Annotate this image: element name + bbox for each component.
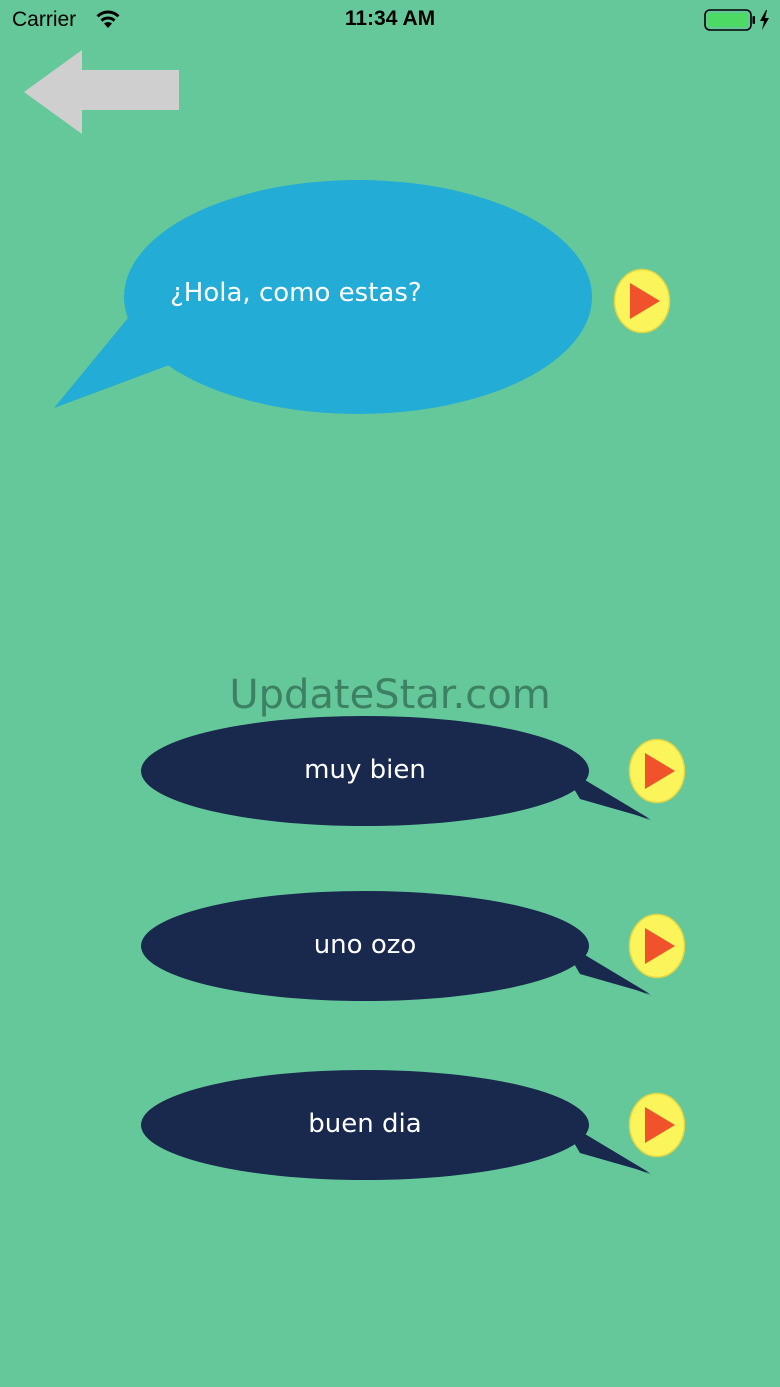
answer-play-button-2[interactable]	[628, 913, 686, 979]
left-arrow-icon	[24, 50, 179, 134]
watermark: UpdateStar.com	[229, 672, 551, 718]
back-arrow-button[interactable]	[22, 48, 182, 138]
answer-bubble-1[interactable]: muy bien	[140, 715, 660, 830]
screen: Carrier 11:34 AM ¿Hola, como estas? Upda…	[0, 0, 780, 1387]
battery-charging-icon	[704, 9, 769, 31]
status-bar: Carrier 11:34 AM	[0, 0, 780, 40]
answer-bubble-3[interactable]: buen dia	[140, 1069, 660, 1184]
question-play-button[interactable]	[613, 268, 671, 334]
question-text: ¿Hola, como estas?	[170, 278, 422, 308]
answer-text: muy bien	[304, 755, 426, 785]
question-bubble: ¿Hola, como estas?	[50, 178, 600, 418]
answer-play-button-3[interactable]	[628, 1092, 686, 1158]
answer-bubble-2[interactable]: uno ozo	[140, 890, 660, 1005]
status-time: 11:34 AM	[344, 7, 436, 30]
answer-text: buen dia	[308, 1109, 422, 1139]
answer-play-button-1[interactable]	[628, 738, 686, 804]
answer-text: uno ozo	[313, 930, 417, 960]
